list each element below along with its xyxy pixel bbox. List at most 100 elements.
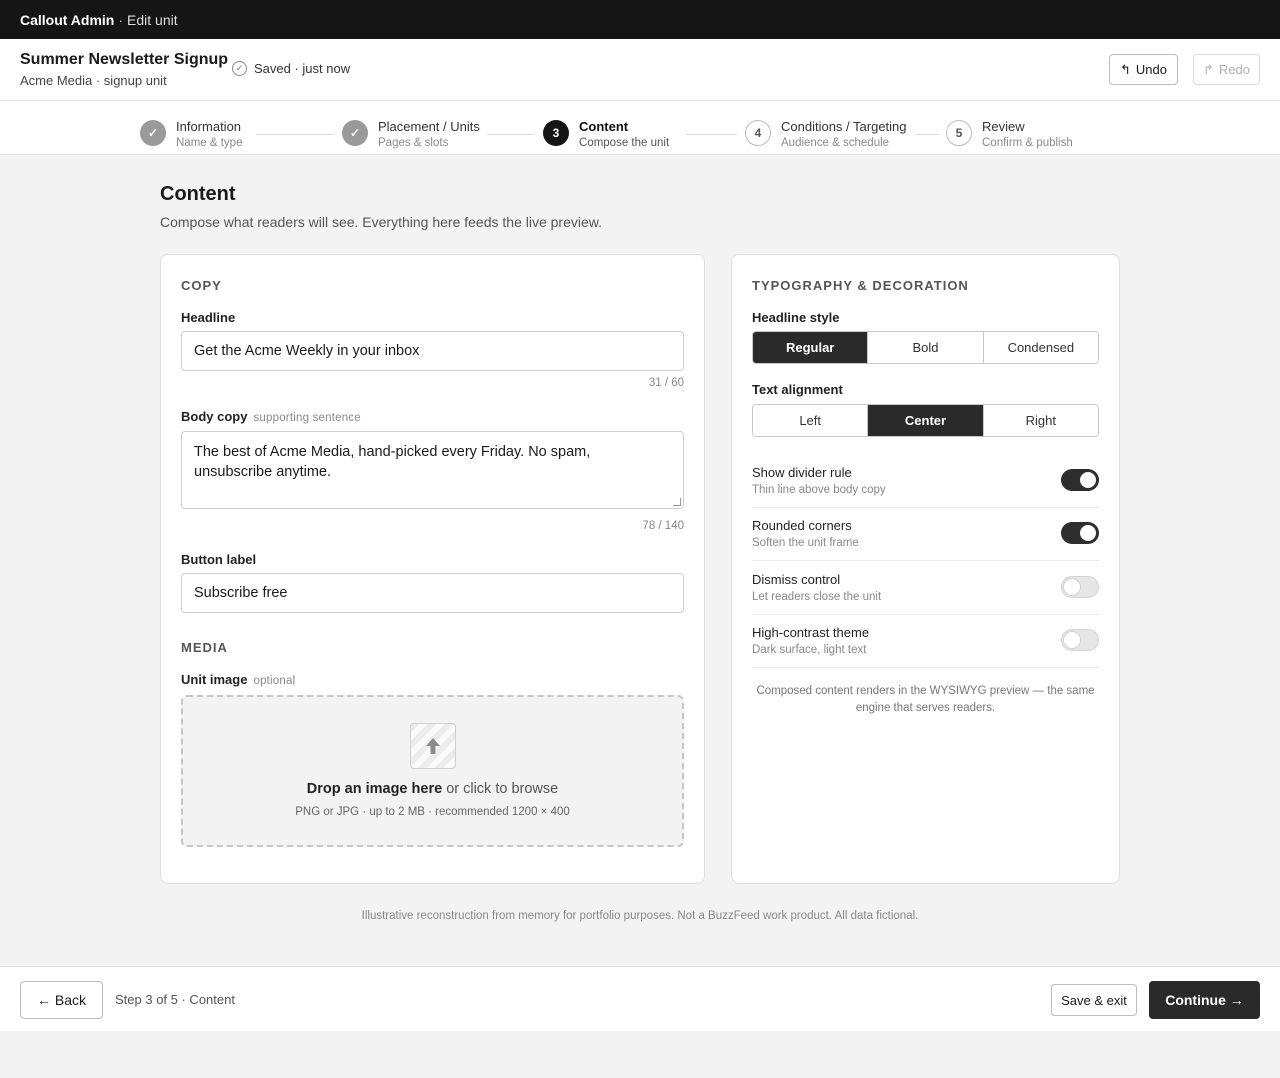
- back-button[interactable]: ← Back: [20, 981, 103, 1019]
- toggle-title: Dismiss control: [752, 572, 841, 587]
- unit-image-label-text: Unit image: [181, 672, 248, 687]
- image-dropzone[interactable]: Drop an image here or click to browse PN…: [181, 695, 684, 847]
- undo-button[interactable]: ↰ Undo: [1109, 54, 1178, 85]
- step-indicator: Step 3 of 5 · Content: [115, 992, 235, 1007]
- toggle-subtitle: Soften the unit frame: [752, 537, 859, 549]
- body-copy-counter: 78 / 140: [642, 520, 684, 532]
- step-connector: [915, 134, 939, 135]
- align-left[interactable]: Left: [753, 405, 868, 436]
- wizard-stepper: ✓ Information Name & type ✓ Placement / …: [0, 101, 1280, 155]
- copy-section-title: COPY: [181, 278, 222, 293]
- headline-style-bold[interactable]: Bold: [867, 332, 983, 363]
- step-content[interactable]: 3 Content Compose the unit: [543, 119, 669, 151]
- typography-section-title: TYPOGRAPHY & DECORATION: [752, 278, 969, 293]
- switch-knob: [1064, 632, 1080, 648]
- preview-note: Composed content renders in the WYSIWYG …: [756, 685, 1095, 714]
- wizard-footer: ← Back Step 3 of 5 · Content Save & exit…: [0, 966, 1280, 1031]
- step-description: Compose the unit: [579, 137, 670, 149]
- step-label: Conditions / Targeting: [781, 119, 907, 134]
- toggle-title: Rounded corners: [752, 518, 852, 533]
- drop-requirements: PNG or JPG · up to 2 MB · recommended 12…: [295, 806, 570, 818]
- headline-style-regular[interactable]: Regular: [753, 332, 868, 363]
- unit-header: Summer Newsletter Signup Acme Media · si…: [0, 39, 1280, 101]
- body-copy-hint: supporting sentence: [253, 412, 361, 424]
- upload-icon: [410, 723, 456, 769]
- step-number: 3: [543, 120, 569, 146]
- save-status-text: Saved · just now: [254, 61, 351, 76]
- body-copy-textarea[interactable]: The best of Acme Media, hand-picked ever…: [181, 431, 684, 509]
- media-section-title: MEDIA: [181, 640, 228, 655]
- alignment-label: Text alignment: [752, 382, 843, 397]
- divider-rule-switch[interactable]: [1061, 469, 1099, 491]
- step-description: Pages & slots: [378, 137, 449, 149]
- toggle-rounded-corners: Rounded corners Soften the unit frame: [752, 508, 1099, 561]
- page-name: Edit unit: [127, 11, 178, 28]
- step-label: Information: [176, 119, 242, 134]
- unit-title: Summer Newsletter Signup: [20, 51, 229, 68]
- body-copy-label-text: Body copy: [181, 409, 248, 424]
- undo-icon: ↰: [1120, 61, 1131, 77]
- high-contrast-switch[interactable]: [1061, 629, 1099, 651]
- toggle-dismiss-control: Dismiss control Let readers close the un…: [752, 562, 1099, 615]
- undo-label: Undo: [1135, 62, 1167, 77]
- save-exit-button[interactable]: Save & exit: [1051, 984, 1137, 1016]
- breadcrumb-separator: ·: [118, 11, 124, 28]
- disclaimer: Illustrative reconstruction from memory …: [361, 910, 919, 922]
- unit-subtitle: Acme Media · signup unit: [20, 73, 167, 88]
- unit-image-hint: optional: [253, 675, 296, 687]
- browse-text: or click to browse: [446, 781, 559, 797]
- toggle-title: High-contrast theme: [752, 625, 870, 640]
- body-copy-text: The best of Acme Media, hand-picked ever…: [194, 444, 591, 480]
- step-connector: [487, 134, 535, 135]
- step-number: 5: [946, 120, 972, 146]
- step-description: Confirm & publish: [982, 137, 1073, 149]
- button-label-input[interactable]: Subscribe free: [181, 573, 684, 613]
- step-number: 4: [745, 120, 771, 146]
- typography-card: TYPOGRAPHY & DECORATION Headline style R…: [731, 254, 1120, 884]
- save-status: ✓ Saved · just now: [232, 61, 350, 76]
- step-description: Name & type: [176, 137, 243, 149]
- resize-handle-icon[interactable]: [673, 498, 681, 506]
- step-placement[interactable]: ✓ Placement / Units Pages & slots: [342, 119, 480, 151]
- headline-style-condensed[interactable]: Condensed: [982, 332, 1098, 363]
- toggle-subtitle: Dark surface, light text: [752, 644, 867, 656]
- step-information[interactable]: ✓ Information Name & type: [140, 119, 242, 151]
- step-check-icon: ✓: [140, 120, 166, 146]
- toggle-title: Show divider rule: [752, 465, 852, 480]
- upload-arrow-icon: [426, 738, 440, 754]
- page-description: Compose what readers will see. Everythin…: [160, 214, 602, 230]
- toggle-subtitle: Thin line above body copy: [752, 484, 886, 496]
- drop-instruction: Drop an image here or click to browse: [183, 781, 682, 797]
- align-center[interactable]: Center: [867, 405, 983, 436]
- step-check-icon: ✓: [342, 120, 368, 146]
- step-label: Review: [982, 119, 1025, 134]
- switch-knob: [1080, 525, 1096, 541]
- step-review[interactable]: 5 Review Confirm & publish: [946, 119, 1073, 151]
- continue-button[interactable]: Continue →: [1149, 981, 1260, 1019]
- switch-knob: [1064, 579, 1080, 595]
- headline-label: Headline: [181, 310, 236, 325]
- step-label: Placement / Units: [378, 119, 480, 134]
- rounded-corners-switch[interactable]: [1061, 522, 1099, 544]
- toggle-subtitle: Let readers close the unit: [752, 591, 882, 603]
- toggle-high-contrast: High-contrast theme Dark surface, light …: [752, 615, 1099, 668]
- copy-media-card: COPY Headline Get the Acme Weekly in you…: [160, 254, 705, 884]
- switch-knob: [1080, 472, 1096, 488]
- step-label: Content: [579, 119, 629, 134]
- app-name: Callout Admin: [20, 11, 115, 28]
- body-copy-label: Body copy supporting sentence: [181, 409, 361, 424]
- step-description: Audience & schedule: [781, 137, 890, 149]
- check-circle-icon: ✓: [232, 61, 247, 76]
- headline-style-label: Headline style: [752, 310, 840, 325]
- headline-input[interactable]: Get the Acme Weekly in your inbox: [181, 331, 684, 371]
- step-conditions[interactable]: 4 Conditions / Targeting Audience & sche…: [745, 119, 907, 151]
- align-right[interactable]: Right: [982, 405, 1098, 436]
- top-bar: Callout Admin · Edit unit: [0, 0, 1280, 39]
- headline-counter: 31 / 60: [648, 377, 684, 389]
- toggle-divider-rule: Show divider rule Thin line above body c…: [752, 455, 1099, 508]
- step-connector: [686, 134, 737, 135]
- redo-button[interactable]: ↱ Redo: [1193, 54, 1260, 85]
- unit-image-label: Unit image optional: [181, 672, 295, 687]
- dismiss-control-switch[interactable]: [1061, 576, 1099, 598]
- alignment-control: Left Center Right: [752, 404, 1099, 437]
